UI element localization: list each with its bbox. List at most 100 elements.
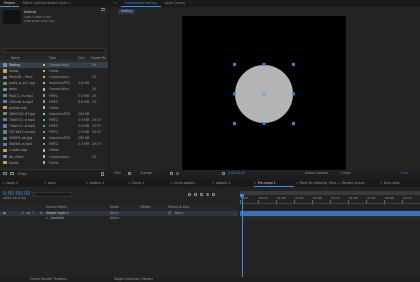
handle-br[interactable]: [292, 122, 295, 125]
zoom-dropdown[interactable]: 50%: [114, 171, 121, 176]
transparency-icon[interactable]: [176, 172, 179, 175]
tab-project[interactable]: Project: [0, 0, 19, 7]
visibility-eye-icon[interactable]: ◉: [3, 211, 6, 216]
label-color-swatch[interactable]: [43, 155, 46, 158]
label-color-swatch[interactable]: [43, 130, 46, 134]
column-source-name[interactable]: Source Name: [46, 205, 67, 210]
layer-name[interactable]: Shape Layer 1: [46, 211, 69, 216]
timeline-tab[interactable]: × Render Queue: [338, 180, 378, 187]
bpc-label[interactable]: 8 bpc: [18, 172, 27, 176]
timeline-tab[interactable]: × Point Bri Haberte, Paris: [296, 180, 336, 187]
label-color-swatch[interactable]: [43, 75, 46, 79]
column-type[interactable]: Type: [49, 56, 56, 61]
expand-arrow-icon[interactable]: ▾: [22, 211, 24, 216]
time-ruler[interactable]: 0:00f 00:15f 01:00f 01:15f 02:00f 02:15f 03:00…: [240, 196, 420, 204]
comp-viewer[interactable]: [182, 16, 346, 170]
trash-icon[interactable]: [101, 171, 104, 176]
layer-number: 1: [32, 210, 35, 215]
handle-tr[interactable]: [292, 63, 295, 66]
item-type: Folder: [49, 160, 59, 165]
graph-editor-icon[interactable]: [212, 193, 215, 196]
new-folder-icon[interactable]: [3, 171, 7, 175]
label-color-swatch[interactable]: [43, 82, 46, 85]
playhead[interactable]: [240, 194, 244, 280]
contents-expand-icon[interactable]: ▸: [46, 216, 48, 221]
exposure-value[interactable]: +0.0: [400, 171, 408, 176]
column-parent[interactable]: Parent & Link: [168, 205, 189, 210]
frame-blend-icon[interactable]: [200, 193, 203, 196]
project-item-list: Testing Composition 29. Solids Folder Point B…: [0, 62, 108, 168]
label-color-swatch[interactable]: [43, 100, 46, 103]
handle-bl[interactable]: [233, 122, 236, 125]
layer-mode-dropdown[interactable]: Norm: [110, 211, 119, 216]
timeline-tab[interactable]: × Comp 1: [128, 180, 168, 187]
shape-layer-graphic[interactable]: [182, 16, 346, 170]
composition-tabbar: ≡ Composition testing Layer (none): [110, 0, 420, 7]
tab-effect-controls[interactable]: Effect Controls Shape Layer 1: [19, 0, 74, 7]
ruler-tick: [348, 200, 349, 204]
timeline-tab[interactable]: × pattern 2: [212, 180, 252, 187]
layer-duration-bar[interactable]: [240, 210, 420, 216]
column-mode[interactable]: Mode: [110, 205, 119, 210]
handle-tl[interactable]: [233, 63, 236, 66]
handle-tc[interactable]: [262, 63, 266, 66]
timeline-tab[interactable]: × Grav slide: [380, 180, 420, 187]
timeline-tab-label: Grav slide: [383, 181, 400, 185]
label-color-swatch[interactable]: [43, 149, 46, 152]
layer-contents-row[interactable]: ▸ Contents Add: ⊕: [0, 216, 238, 221]
draft-3d-icon[interactable]: [188, 193, 191, 196]
handle-ml[interactable]: [233, 92, 236, 96]
shy-icon[interactable]: [194, 193, 197, 196]
toggle-switches-modes[interactable]: Toggle Switches / Modes: [114, 277, 153, 282]
label-color-swatch[interactable]: [43, 124, 46, 128]
column-name[interactable]: Name: [11, 56, 20, 61]
project-search-input[interactable]: ⌕: [2, 48, 106, 53]
parent-spiral-icon[interactable]: @: [168, 211, 171, 216]
active-camera-dropdown[interactable]: Active Camera: [305, 171, 328, 176]
region-icon[interactable]: [170, 172, 173, 175]
label-color-swatch[interactable]: [43, 161, 46, 164]
comp-timecode[interactable]: 0;00;00;00: [228, 171, 245, 176]
new-composition-icon[interactable]: [10, 171, 14, 175]
label-color-swatch[interactable]: [27, 211, 30, 215]
tab-layer[interactable]: Layer (none): [161, 0, 189, 7]
label-color-swatch[interactable]: [43, 136, 46, 140]
project-list-item[interactable]: Solids Folder: [0, 160, 108, 166]
timeline-tab[interactable]: × pattern 1: [86, 180, 126, 187]
work-area-bar[interactable]: [240, 191, 420, 195]
timeline-tab[interactable]: × Comp 2: [2, 180, 42, 187]
ruler-tick: [384, 200, 385, 204]
resolution-dropdown[interactable]: Quarter: [140, 171, 152, 176]
label-color-swatch[interactable]: [43, 88, 46, 91]
camera-icon[interactable]: [222, 172, 225, 175]
label-color-swatch[interactable]: [43, 106, 46, 109]
project-column-header: Name Type Size Frame Ra: [0, 56, 108, 62]
tab-menu-icon[interactable]: ≡: [110, 0, 121, 7]
comp-subtab[interactable]: testing: [118, 9, 136, 14]
timeline-tab-label: Circle pattern: [173, 181, 196, 185]
hamburger-icon[interactable]: [101, 8, 105, 11]
layer-row[interactable]: ◉ ▾ 1 ★ Shape Layer 1 Norm @ None: [0, 210, 238, 216]
layer-parent-dropdown[interactable]: None: [175, 211, 183, 216]
label-color-swatch[interactable]: [43, 143, 46, 146]
handle-mr[interactable]: [292, 92, 295, 96]
column-frame-rate[interactable]: Frame Ra: [91, 56, 106, 61]
handle-bc[interactable]: [262, 122, 266, 125]
column-size[interactable]: Size: [78, 56, 85, 61]
tab-composition[interactable]: Composition testing: [120, 0, 161, 7]
timeline-tab[interactable]: × paris: [44, 180, 84, 187]
add-icon[interactable]: ⊕: [117, 216, 120, 221]
label-color-swatch[interactable]: [43, 94, 46, 97]
timeline-tab[interactable]: × Pre-comp 1: [254, 180, 294, 187]
timeline-search-input[interactable]: ⌕: [32, 192, 72, 197]
label-color-swatch[interactable]: [43, 69, 46, 73]
ruler-tick: [294, 200, 295, 204]
column-trkmat[interactable]: TrkMat: [140, 205, 151, 210]
label-color-swatch[interactable]: [43, 112, 46, 115]
label-color-swatch[interactable]: [43, 63, 46, 67]
motion-blur-icon[interactable]: [206, 193, 209, 196]
views-dropdown[interactable]: 1 View: [340, 171, 351, 176]
label-color-swatch[interactable]: [43, 118, 46, 122]
timeline-tab[interactable]: × Circle pattern: [170, 180, 210, 187]
grid-icon[interactable]: [128, 172, 131, 175]
